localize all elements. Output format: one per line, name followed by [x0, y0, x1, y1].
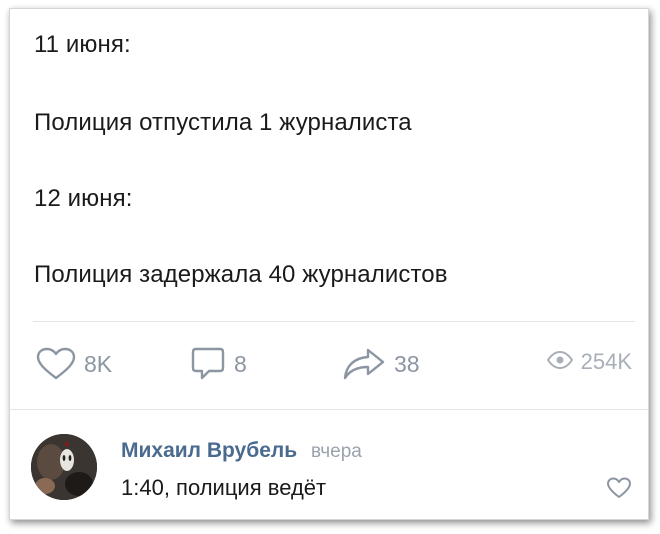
like-count: 8K — [84, 350, 113, 377]
views-counter: 254K — [546, 349, 632, 375]
avatar[interactable] — [31, 434, 97, 500]
views-count: 254K — [580, 349, 632, 374]
comment-author-line: Михаил Врубель вчера — [121, 439, 362, 463]
post-text-line-date-2: 12 июня: — [34, 185, 133, 212]
heart-icon — [36, 347, 76, 381]
comments-divider — [10, 409, 648, 410]
comment-text: 1:40, полиция ведёт — [121, 475, 327, 500]
share-button[interactable]: 38 — [342, 344, 420, 384]
post-text-line-event-1: Полиция отпустила 1 журналиста — [34, 109, 412, 136]
post-divider — [33, 321, 635, 322]
comment-time: вчера — [311, 441, 362, 462]
share-count: 38 — [394, 350, 420, 377]
comment-button[interactable]: 8 — [190, 344, 247, 384]
comment-count: 8 — [234, 350, 247, 377]
heart-icon — [606, 477, 632, 503]
comment-like-button[interactable] — [606, 477, 632, 504]
like-button[interactable]: 8K — [36, 344, 112, 384]
post-text-line-event-2: Полиция задержала 40 журналистов — [34, 261, 448, 288]
eye-icon — [546, 349, 573, 375]
comment-author-name[interactable]: Михаил Врубель — [121, 439, 297, 462]
post-text-line-date-1: 11 июня: — [34, 31, 131, 58]
share-icon — [342, 347, 386, 381]
comment-icon — [190, 346, 226, 382]
post-card: 11 июня: Полиция отпустила 1 журналиста … — [9, 8, 649, 520]
